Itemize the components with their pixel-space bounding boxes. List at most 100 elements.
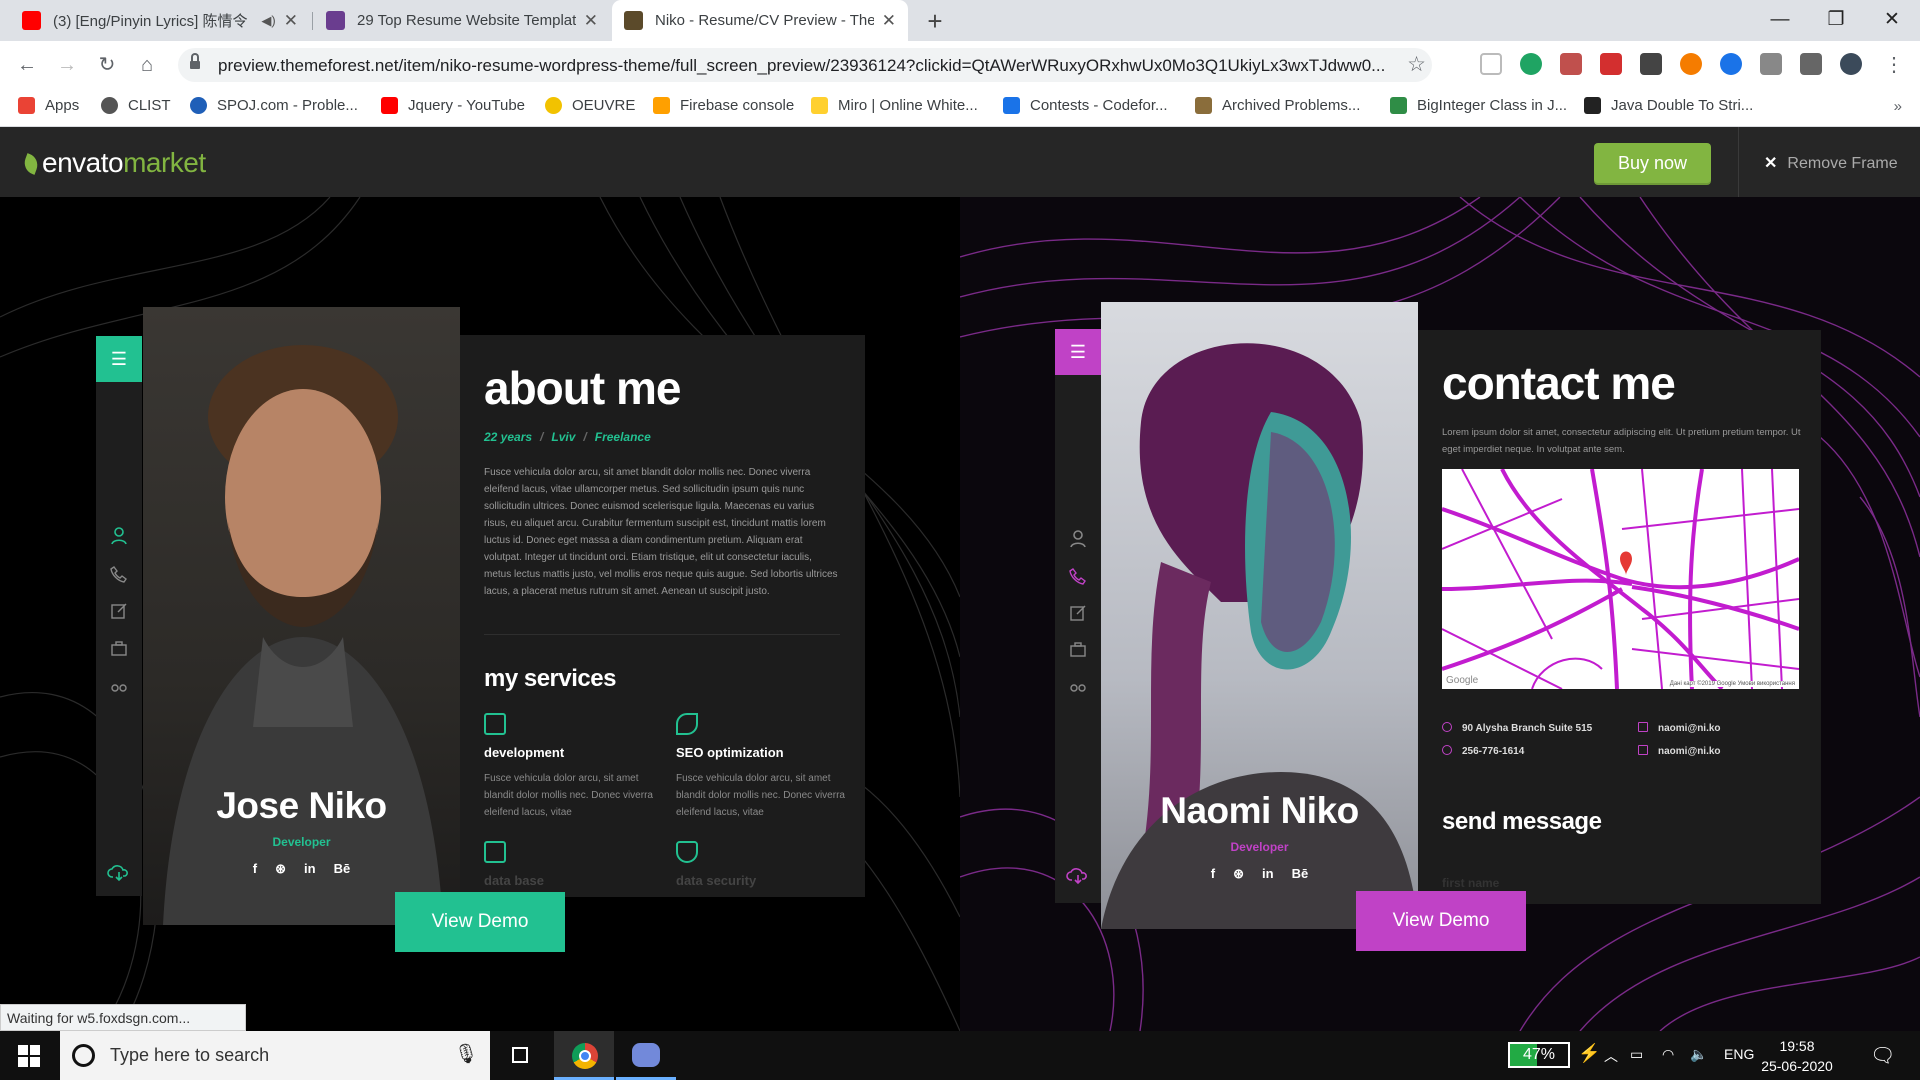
bookmark-project-euler[interactable]: Archived Problems... bbox=[1195, 97, 1360, 114]
windows-taskbar: Type here to search 🎙 47% ⚡ ︿ ▭ ◠ 🔈 ENG … bbox=[0, 1031, 1920, 1080]
puzzle-extensions-icon[interactable] bbox=[1760, 53, 1782, 75]
lock-icon[interactable] bbox=[190, 53, 200, 70]
windows-start-icon[interactable] bbox=[18, 1045, 40, 1067]
minimize-icon[interactable]: — bbox=[1752, 0, 1808, 41]
tab-colorlib[interactable]: 29 Top Resume Website Templates ✕ bbox=[314, 0, 610, 41]
address-bar[interactable]: preview.themeforest.net/item/niko-resume… bbox=[178, 48, 1432, 82]
forward-icon[interactable]: → bbox=[53, 51, 81, 79]
edit-icon[interactable] bbox=[109, 601, 129, 621]
speaker-icon[interactable]: ◀) bbox=[261, 13, 275, 29]
close-tab-icon[interactable]: ✕ bbox=[284, 11, 298, 31]
restore-icon[interactable]: ❐ bbox=[1808, 0, 1864, 41]
buy-now-button[interactable]: Buy now bbox=[1594, 143, 1711, 183]
cloud-download-icon[interactable] bbox=[1066, 863, 1090, 887]
dribbble-icon[interactable]: ⊛ bbox=[275, 861, 286, 877]
tab-title: Niko - Resume/CV Preview - ThemeForest bbox=[655, 12, 874, 29]
map-credit[interactable]: Дані карт ©2019 Google Умови використанн… bbox=[1669, 681, 1795, 687]
bookmark-apps[interactable]: Apps bbox=[18, 97, 79, 114]
bookmark-gfg[interactable]: BigInteger Class in J... bbox=[1390, 97, 1567, 114]
reload-icon[interactable]: ↻ bbox=[93, 51, 121, 79]
wifi-icon[interactable]: ◠ bbox=[1662, 1046, 1674, 1063]
phone-icon[interactable] bbox=[1068, 566, 1088, 586]
divider bbox=[1738, 127, 1739, 197]
glasses-icon[interactable] bbox=[109, 676, 129, 696]
contact-email-2[interactable]: naomi@ni.ko bbox=[1638, 745, 1721, 757]
home-icon[interactable]: ⌂ bbox=[133, 51, 161, 79]
facebook-icon[interactable]: f bbox=[1211, 866, 1215, 882]
bookmark-label: Contests - Codefor... bbox=[1030, 97, 1168, 114]
location-map[interactable]: Google Дані карт ©2019 Google Умови вико… bbox=[1442, 469, 1799, 689]
edit-icon[interactable] bbox=[1068, 603, 1088, 623]
task-view-icon[interactable] bbox=[490, 1031, 550, 1080]
bookmark-label: Java Double To Stri... bbox=[1611, 97, 1754, 114]
briefcase-icon[interactable] bbox=[1068, 639, 1088, 659]
power-icon[interactable]: ⚡ bbox=[1578, 1043, 1600, 1064]
taskbar-search-box[interactable]: Type here to search 🎙 bbox=[60, 1031, 490, 1080]
more-bookmarks-icon[interactable]: » bbox=[1894, 98, 1902, 115]
hamburger-menu-icon[interactable]: ☰ bbox=[96, 336, 142, 382]
bookmark-codeforces[interactable]: Contests - Codefor... bbox=[1003, 97, 1168, 114]
user-icon[interactable] bbox=[109, 526, 129, 546]
battery-tray-icon[interactable]: ▭ bbox=[1630, 1046, 1643, 1063]
facebook-icon[interactable]: f bbox=[253, 861, 257, 877]
extension-icon[interactable] bbox=[1480, 53, 1502, 75]
dribbble-icon[interactable]: ⊛ bbox=[1233, 866, 1244, 882]
behance-icon[interactable]: Bē bbox=[1292, 866, 1309, 882]
notifications-icon[interactable]: 🗨 bbox=[1870, 1043, 1895, 1068]
extension-bulb-icon[interactable] bbox=[1680, 53, 1702, 75]
bookmark-miro[interactable]: Miro | Online White... bbox=[811, 97, 978, 114]
bookmark-java-double[interactable]: Java Double To Stri... bbox=[1584, 97, 1753, 114]
microphone-icon[interactable]: 🎙 bbox=[454, 1042, 478, 1066]
briefcase-icon[interactable] bbox=[109, 638, 129, 658]
robot-extension-icon[interactable] bbox=[1640, 53, 1662, 75]
contact-intro: Lorem ipsum dolor sit amet, consectetur … bbox=[1442, 427, 1801, 455]
linkedin-icon[interactable]: in bbox=[1262, 866, 1274, 882]
glasses-icon[interactable] bbox=[1068, 676, 1088, 696]
close-window-icon[interactable]: ✕ bbox=[1864, 0, 1920, 41]
chrome-taskbar-icon[interactable] bbox=[554, 1031, 614, 1080]
bookmark-oeuvre[interactable]: OEUVRE bbox=[545, 97, 635, 114]
tab-niko-preview[interactable]: Niko - Resume/CV Preview - ThemeForest ✕ bbox=[612, 0, 908, 41]
url-text[interactable]: preview.themeforest.net/item/niko-resume… bbox=[218, 56, 1398, 76]
age-label: 22 years bbox=[484, 430, 533, 444]
clist-icon bbox=[101, 97, 118, 114]
view-demo-button[interactable]: View Demo bbox=[395, 892, 565, 952]
hamburger-menu-icon[interactable]: ☰ bbox=[1055, 329, 1101, 375]
behance-icon[interactable]: Bē bbox=[334, 861, 351, 877]
contact-phone[interactable]: 256-776-1614 bbox=[1442, 745, 1524, 757]
phone-icon[interactable] bbox=[109, 564, 129, 584]
media-control-icon[interactable] bbox=[1800, 53, 1822, 75]
clock[interactable]: 19:58 25-06-2020 bbox=[1754, 1036, 1840, 1076]
menu-dots-icon[interactable]: ⋮ bbox=[1880, 51, 1908, 79]
envato-logo[interactable]: envatomarket bbox=[21, 147, 206, 179]
close-tab-icon[interactable]: ✕ bbox=[882, 11, 896, 31]
user-icon[interactable] bbox=[1068, 529, 1088, 549]
language-indicator[interactable]: ENG bbox=[1724, 1046, 1754, 1062]
new-tab-button[interactable]: + bbox=[920, 6, 950, 37]
pdf-extension-icon[interactable] bbox=[1560, 53, 1582, 75]
tab-youtube[interactable]: (3) [Eng/Pinyin Lyrics] 陈情令 ◀) ✕ bbox=[10, 0, 310, 41]
bookmark-clist[interactable]: CLIST bbox=[101, 97, 171, 114]
discord-taskbar-icon[interactable] bbox=[616, 1031, 676, 1080]
battery-indicator[interactable]: 47% bbox=[1508, 1042, 1570, 1068]
bookmark-star-icon[interactable]: ☆ bbox=[1407, 52, 1426, 77]
demo-green-section: ☰ Jose Niko Developer f ⊛ in Bē about me… bbox=[0, 197, 960, 1031]
about-heading: about me bbox=[484, 362, 681, 414]
profile-avatar[interactable] bbox=[1840, 53, 1862, 75]
extension-shield-icon[interactable] bbox=[1520, 53, 1542, 75]
search-extension-icon[interactable] bbox=[1720, 53, 1742, 75]
view-demo-button[interactable]: View Demo bbox=[1356, 891, 1526, 951]
show-hidden-icons-icon[interactable]: ︿ bbox=[1604, 1046, 1618, 1066]
remove-frame-button[interactable]: ✕ Remove Frame bbox=[1764, 153, 1898, 173]
close-tab-icon[interactable]: ✕ bbox=[584, 11, 598, 31]
bookmark-label: BigInteger Class in J... bbox=[1417, 97, 1568, 114]
contact-email[interactable]: naomi@ni.ko bbox=[1638, 722, 1721, 734]
bookmark-jquery-youtube[interactable]: Jquery - YouTube bbox=[381, 97, 525, 114]
cloud-download-icon[interactable] bbox=[107, 860, 131, 884]
linkedin-icon[interactable]: in bbox=[304, 861, 316, 877]
back-icon[interactable]: ← bbox=[13, 51, 41, 79]
ublock-icon[interactable] bbox=[1600, 53, 1622, 75]
volume-icon[interactable]: 🔈 bbox=[1690, 1046, 1707, 1063]
bookmark-spoj[interactable]: SPOJ.com - Proble... bbox=[190, 97, 358, 114]
bookmark-firebase[interactable]: Firebase console bbox=[653, 97, 794, 114]
